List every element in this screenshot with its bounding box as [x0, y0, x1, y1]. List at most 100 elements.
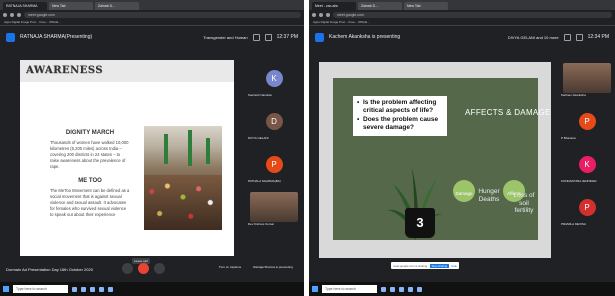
browser-tab[interactable]: Zainab D...	[95, 2, 139, 10]
meeting-details[interactable]: Dormain Ad Presentation Day 16th October…	[6, 267, 93, 272]
damage-node: Damage	[453, 180, 475, 202]
camera-icon[interactable]	[154, 263, 165, 274]
slide-title-bar: AWARENESS	[20, 60, 234, 82]
edge-icon[interactable]	[390, 286, 395, 292]
task-view-icon[interactable]	[381, 286, 386, 292]
presenting-label: Kachem Akanksha is presenting	[329, 34, 401, 40]
browser-tab[interactable]: RATNAJA SHARMA	[3, 2, 47, 10]
participant-list: K Kamlesh Nandula D DIVYA GELANI P PATNA…	[246, 58, 302, 230]
effect-label: Hunger Deaths	[478, 188, 500, 203]
back-icon[interactable]	[3, 12, 7, 17]
slide-text-column: DIGNITY MARCH Thousands of women have wa…	[50, 130, 130, 226]
taskbar-search[interactable]: Type here to search	[13, 285, 68, 293]
participant-name: P Bhavana	[561, 136, 576, 140]
word-icon[interactable]	[417, 286, 422, 292]
participant-tile[interactable]: P P Bhavana	[559, 101, 615, 141]
participant-name: Kamlesh Nandula	[248, 93, 272, 97]
taskbar: Type here to search	[0, 282, 304, 296]
chrome-icon[interactable]	[99, 286, 104, 292]
browser-tabbar: RATNAJA SHARMA New Tab Zainab D...	[0, 0, 304, 10]
chrome-icon[interactable]	[408, 286, 413, 292]
presenting-icon	[315, 32, 324, 42]
people-icon[interactable]	[563, 33, 571, 41]
forward-icon[interactable]	[319, 12, 323, 17]
flag	[188, 130, 192, 166]
url-field[interactable]: meet.google.com	[24, 11, 301, 18]
participant-tile[interactable]: D DIVYA GELANI	[246, 101, 302, 141]
screen-share-banner: meet.google.com is sharing your screen. …	[391, 262, 459, 269]
participant-tile[interactable]: Kachem Akanksha	[559, 58, 615, 98]
windows-start-icon[interactable]	[312, 286, 318, 292]
participant-tile[interactable]: K KONDAPATRA JENNIFER	[559, 144, 615, 184]
participant-tile[interactable]: K Kamlesh Nandula	[246, 58, 302, 98]
edge-icon[interactable]	[81, 286, 86, 292]
question-box: Is the problem affecting critical aspect…	[353, 96, 447, 136]
presenting-icon	[6, 32, 15, 42]
node-label: Damage	[455, 191, 473, 196]
stop-sharing-button[interactable]: Stop sharing	[429, 263, 450, 268]
url-field[interactable]: meet.google.com	[333, 11, 612, 18]
left-screenshot: RATNAJA SHARMA New Tab Zainab D... meet.…	[0, 0, 304, 296]
section-heading: ME TOO	[78, 178, 102, 184]
flag	[206, 138, 210, 164]
plant-pot: 3	[405, 208, 435, 238]
participants-summary: DIVYA GELANI and 10 more	[507, 34, 559, 40]
section-body: Thousands of women have walked 10,000 ki…	[50, 140, 129, 169]
section-heading: DIGNITY MARCH	[65, 130, 115, 136]
presenting-status[interactable]: Ratnaja Sharma is presenting	[248, 265, 298, 269]
presentation-slide: AWARENESS DIGNITY MARCH Thousands of wom…	[20, 60, 234, 256]
participant-list: Kachem Akanksha P P Bhavana K KONDAPATRA…	[559, 58, 615, 230]
participant-video	[250, 192, 298, 222]
chat-icon[interactable]	[264, 33, 272, 41]
question: Does the problem cause severe damage?	[357, 116, 443, 131]
chat-icon[interactable]	[575, 33, 583, 41]
browser-tab[interactable]: New Tab	[404, 2, 448, 10]
participant-name: DIVYA GELANI	[248, 136, 269, 140]
windows-start-icon[interactable]	[3, 286, 9, 292]
browser-tab[interactable]: Meet - vac-abc	[312, 2, 356, 10]
reload-icon[interactable]	[326, 12, 330, 17]
clock: 12:37 PM	[276, 34, 298, 40]
address-bar: meet.google.com	[0, 10, 304, 19]
task-view-icon[interactable]	[72, 286, 77, 292]
browser-tab[interactable]: Zainab D...	[358, 2, 402, 10]
taskbar-search[interactable]: Type here to search	[322, 285, 377, 293]
taskbar: Type here to search	[309, 282, 615, 296]
presentation-slide: Is the problem affecting critical aspect…	[319, 62, 551, 258]
participant-tile[interactable]: Dev Kishore Kumar	[246, 187, 302, 227]
captions-button[interactable]: Turn on captions	[218, 265, 242, 269]
word-icon[interactable]	[108, 286, 113, 292]
microphone-icon[interactable]	[122, 263, 133, 274]
avatar: P	[265, 155, 283, 173]
participant-tile[interactable]: P PRAMILA DEVISA	[559, 187, 615, 227]
hide-button[interactable]: Hide	[451, 264, 457, 268]
bookmarks-bar[interactable]: Apps Digital Image Proc... Free... Offic…	[309, 19, 615, 26]
participant-name: KONDAPATRA JENNIFER	[561, 179, 597, 183]
meet-header: Kachem Akanksha is presenting DIVYA GELA…	[309, 27, 615, 47]
meet-controls: Dormain Ad Presentation Day 16th October…	[0, 257, 304, 282]
effect-label: Loss of soil fertility	[513, 192, 535, 214]
reload-icon[interactable]	[17, 12, 21, 17]
presenting-label: RATNAJA SHARMA(Presenting)	[20, 34, 93, 40]
right-screenshot: Meet - vac-abc Zainab D... New Tab meet.…	[309, 0, 615, 296]
address-bar: meet.google.com	[309, 10, 615, 19]
people-icon[interactable]	[252, 33, 260, 41]
leave-call-button[interactable]	[138, 263, 149, 274]
avatar: K	[578, 155, 596, 173]
participant-tile[interactable]: P PATNALA SHARMA(BA)	[246, 144, 302, 184]
slide-body: Is the problem affecting critical aspect…	[333, 78, 550, 240]
back-icon[interactable]	[312, 12, 316, 17]
forward-icon[interactable]	[10, 12, 14, 17]
avatar: D	[265, 112, 283, 130]
section-body: The MeToo Movement can be defined as a s…	[50, 188, 130, 217]
participant-video	[563, 63, 611, 93]
participant-name: PATNALA SHARMA(BA)	[248, 179, 281, 183]
folder-icon[interactable]	[399, 286, 404, 292]
folder-icon[interactable]	[90, 286, 95, 292]
browser-tab[interactable]: New Tab	[49, 2, 93, 10]
organization-label: Transgender and Human	[203, 34, 248, 40]
question: Is the problem affecting critical aspect…	[357, 99, 443, 114]
bookmarks-bar[interactable]: Apps Digital Image Proc... Free... Offic…	[0, 19, 304, 26]
slide-title: AFFECTS & DAMAGE	[465, 108, 551, 117]
avatar: P	[578, 112, 596, 130]
